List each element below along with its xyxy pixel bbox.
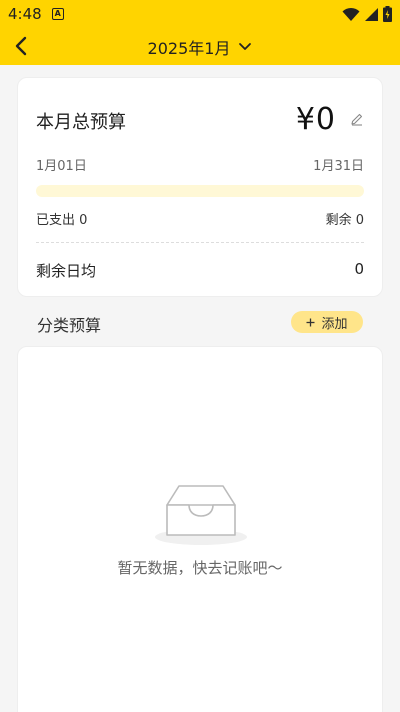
budget-progress-bar — [36, 185, 364, 197]
a-icon: A — [51, 8, 64, 20]
add-button-label: 添加 — [321, 316, 348, 332]
month-label: 2025年1月 — [147, 39, 231, 58]
wifi-icon — [342, 7, 360, 21]
daily-average-label: 剩余日均 — [36, 262, 97, 280]
edit-icon[interactable] — [350, 112, 364, 126]
status-time: 4:48 — [8, 5, 42, 23]
status-bar: 4:48 A — [0, 0, 400, 28]
add-category-budget-button[interactable]: 添加 — [291, 311, 363, 333]
end-date: 1月31日 — [313, 159, 364, 174]
empty-inbox-icon — [155, 485, 247, 545]
month-picker[interactable]: 2025年1月 — [0, 35, 400, 59]
budget-amount: ¥0 — [295, 102, 336, 137]
category-budget-card: 暂无数据，快去记账吧～ — [17, 346, 383, 712]
app-bar: 2025年1月 — [0, 28, 400, 65]
battery-icon — [383, 6, 392, 22]
empty-state-text: 暂无数据，快去记账吧～ — [117, 559, 283, 577]
remaining-label: 剩余 0 — [325, 213, 364, 228]
daily-average-value: 0 — [354, 260, 364, 278]
signal-icon — [365, 7, 378, 21]
chevron-down-icon — [239, 43, 252, 50]
status-icons — [342, 6, 392, 22]
start-date: 1月01日 — [36, 159, 87, 174]
budget-title: 本月总预算 — [36, 112, 126, 133]
budget-card: 本月总预算 ¥0 1月01日 1月31日 已支出 0 剩余 0 剩余日均 0 — [17, 77, 383, 297]
plus-icon — [306, 318, 315, 326]
category-budget-title: 分类预算 — [37, 316, 102, 335]
spent-label: 已支出 0 — [36, 213, 88, 228]
divider — [36, 242, 364, 243]
